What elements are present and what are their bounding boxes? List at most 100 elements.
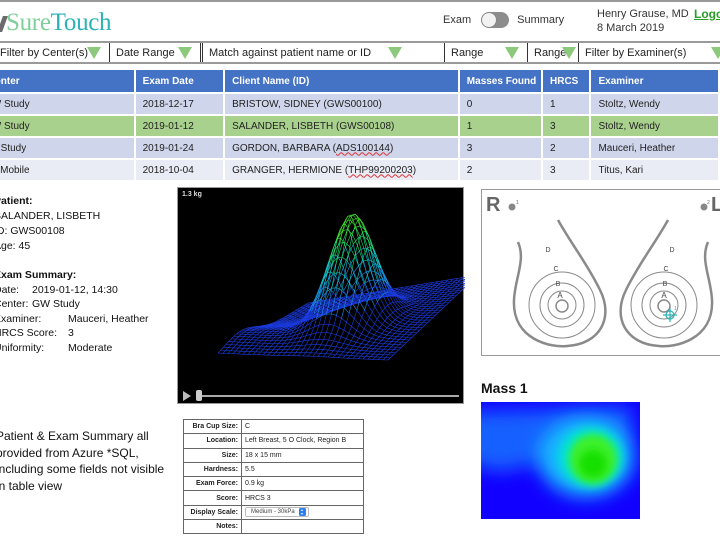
mass-heatmap[interactable] xyxy=(481,402,640,519)
cell-examiner: Mauceri, Heather xyxy=(591,138,718,158)
dropdown-triangle-icon[interactable] xyxy=(87,47,101,59)
mesh-gridline xyxy=(416,329,421,333)
mesh-gridline xyxy=(358,317,363,325)
playback-scrubber-handle[interactable] xyxy=(195,390,202,401)
dropdown-triangle-icon[interactable] xyxy=(388,47,402,59)
exam-hrcs-line: HRCS Score: 3 xyxy=(0,327,74,340)
mesh-gridline xyxy=(318,332,322,340)
mesh-gridline xyxy=(265,337,270,341)
column-header-examiner[interactable]: Examiner xyxy=(591,70,718,92)
mesh-gridline xyxy=(394,330,398,334)
mesh-gridline xyxy=(379,327,385,331)
patient-age: 45 xyxy=(18,240,31,252)
client-id: THP99200203 xyxy=(348,164,413,176)
cell-center: TH Mobile xyxy=(0,160,134,180)
mesh-gridline xyxy=(361,328,365,334)
mesh-gridline xyxy=(412,314,416,318)
mesh-gridline xyxy=(235,347,239,352)
mesh-gridline xyxy=(393,346,397,350)
dropdown-triangle-icon[interactable] xyxy=(711,47,720,59)
mesh-gridline xyxy=(355,352,359,357)
mesh-gridline xyxy=(238,339,242,343)
mesh-gridline xyxy=(353,349,357,354)
mesh-gridline xyxy=(340,351,344,356)
logout-link[interactable]: Logout xyxy=(694,7,720,21)
column-header-center[interactable]: Center xyxy=(0,70,134,92)
mesh-gridline xyxy=(278,346,282,350)
mesh-gridline xyxy=(264,331,267,334)
mesh-gridline xyxy=(423,306,427,309)
playback-scrubber-track[interactable] xyxy=(196,395,459,397)
exams-table: Center Exam Date Client Name (ID) Masses… xyxy=(0,68,720,182)
mesh-gridline xyxy=(416,303,420,306)
mesh-gridline xyxy=(232,350,236,354)
table-row[interactable]: GW Study2019-01-12SALANDER, LISBETH (GWS… xyxy=(0,116,718,136)
mesh-gridline xyxy=(310,348,314,353)
mesh-gridline xyxy=(376,286,382,288)
breast-region-diagram[interactable]: D C B A D C B A 1 2 1 R L xyxy=(481,189,720,356)
dropdown-triangle-icon[interactable] xyxy=(505,47,519,59)
patient-search-filter[interactable]: Match against patient name or ID xyxy=(203,43,445,62)
table-row[interactable]: GW Study2018-12-17BRISTOW, SIDNEY (GWS00… xyxy=(0,94,718,114)
dropdown-triangle-icon[interactable] xyxy=(562,47,576,59)
mesh-gridline xyxy=(402,323,406,327)
mesh-gridline xyxy=(419,327,423,331)
toggle-knob[interactable] xyxy=(482,13,497,27)
mesh-gridline xyxy=(328,339,334,342)
mesh-gridline xyxy=(260,342,264,347)
mesh-gridline xyxy=(407,313,411,317)
mesh-gridline xyxy=(403,305,406,308)
mesh-gridline xyxy=(407,319,411,322)
column-header-exam-date[interactable]: Exam Date xyxy=(135,70,224,92)
cell-center: GW Study xyxy=(0,94,134,114)
examiner-filter[interactable]: Filter by Examiner(s) xyxy=(579,43,720,62)
mesh-gridline xyxy=(343,338,347,344)
3d-pressure-viewer[interactable]: 1.3 kg xyxy=(177,187,465,404)
mesh-gridline xyxy=(357,355,361,360)
center-filter[interactable]: Filter by Center(s) xyxy=(0,43,110,62)
play-icon[interactable] xyxy=(183,391,191,401)
mesh-gridline xyxy=(390,344,395,348)
mesh-gridline xyxy=(401,339,405,343)
masses-range-filter[interactable]: Range xyxy=(445,43,528,62)
mesh-gridline xyxy=(374,319,378,324)
mesh-gridline xyxy=(391,335,397,337)
mass-detail-key: Notes: xyxy=(183,519,242,535)
column-header-hrcs[interactable]: HRCS xyxy=(543,70,590,92)
mesh-gridline xyxy=(223,344,227,348)
mesh-gridline xyxy=(233,344,237,349)
select-stepper-icon[interactable] xyxy=(298,508,306,517)
table-row[interactable]: AD Study2019-01-24GORDON, BARBARA (ADS10… xyxy=(0,138,718,158)
mesh-gridline xyxy=(395,344,400,348)
mesh-gridline xyxy=(381,330,385,334)
left-region-d-label: D xyxy=(669,247,674,254)
mesh-gridline xyxy=(366,323,373,329)
table-row[interactable]: TH Mobile2018-10-04GRANGER, HERMIONE (TH… xyxy=(0,160,718,180)
mesh-gridline xyxy=(225,347,229,351)
top-border xyxy=(0,0,720,2)
mesh-gridline xyxy=(384,330,390,333)
mesh-gridline xyxy=(409,298,415,301)
mesh-gridline xyxy=(278,340,282,344)
mesh-gridline xyxy=(405,323,411,325)
mesh-gridline xyxy=(397,307,401,310)
mesh-gridline xyxy=(358,235,364,238)
column-header-masses-found[interactable]: Masses Found xyxy=(459,70,541,92)
pressure-mesh-plot[interactable] xyxy=(178,188,465,388)
mesh-gridline xyxy=(414,322,418,326)
mesh-gridline xyxy=(295,349,299,353)
column-header-client-name[interactable]: Client Name (ID) xyxy=(225,70,458,92)
mesh-gridline xyxy=(355,346,359,351)
mesh-gridline xyxy=(369,311,373,318)
exam-summary-toggle[interactable] xyxy=(481,12,510,28)
mesh-gridline xyxy=(388,352,392,356)
display-scale-select[interactable]: Medium - 30kPa xyxy=(245,507,309,518)
hrcs-range-filter[interactable]: Range xyxy=(528,43,579,62)
right-region-b-label: B xyxy=(556,281,561,288)
mesh-gridline xyxy=(343,348,347,352)
mesh-gridline xyxy=(374,323,380,329)
dropdown-triangle-icon[interactable] xyxy=(178,47,192,59)
mass-detail-value[interactable] xyxy=(241,519,364,535)
date-range-filter[interactable]: Date Range xyxy=(110,43,203,62)
mesh-gridline xyxy=(377,356,381,360)
